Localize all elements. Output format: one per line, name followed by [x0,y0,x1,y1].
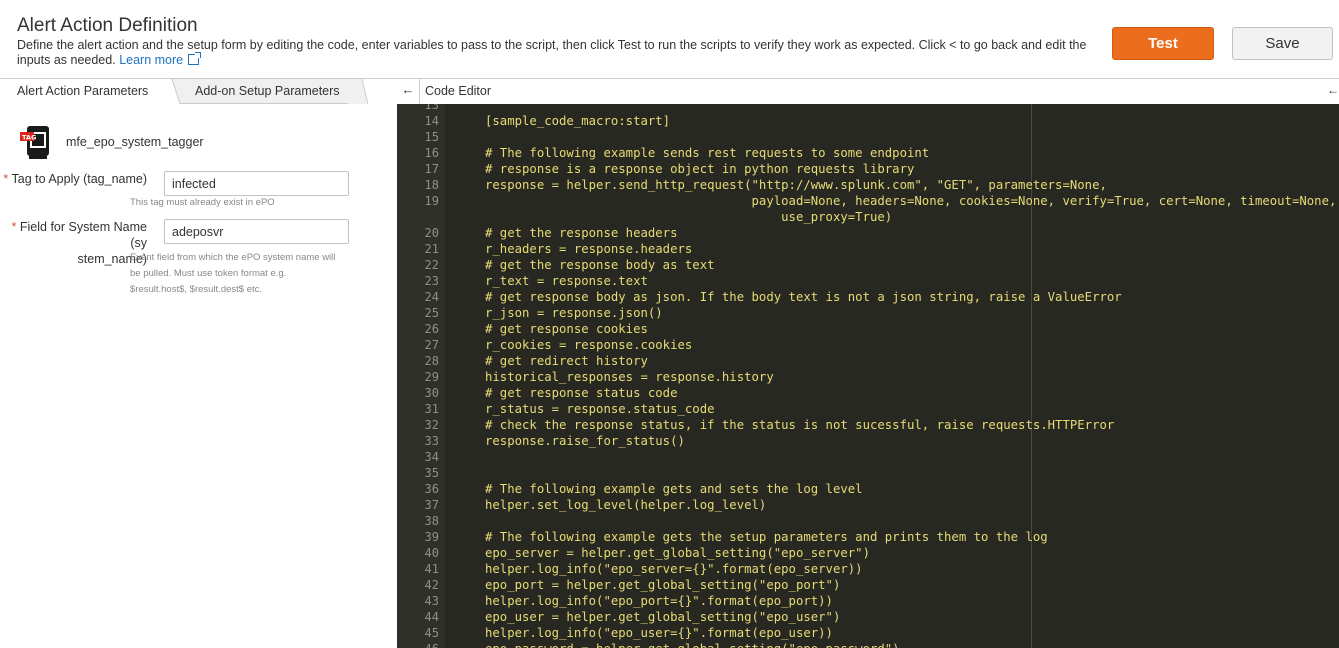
arrow-left-icon: ← [1327,83,1339,97]
code-line: r_cookies = response.cookies [485,338,693,352]
required-marker: * [3,172,12,186]
action-name: mfe_epo_system_tagger [66,135,204,149]
alert-action-icon: TAG [20,126,49,159]
code-line: r_headers = response.headers [485,242,693,256]
line-number: 27 [424,338,439,352]
line-number: 45 [424,626,439,640]
code-line: historical_responses = response.history [485,370,774,384]
code-line: r_json = response.json() [485,306,663,320]
code-line: epo_password = helper.get_global_setting… [485,642,900,648]
tag-name-label: * Tag to Apply (tag_name) [3,172,147,186]
code-line: # get response cookies [485,322,648,336]
line-number: 34 [424,450,439,464]
line-number: 20 [424,226,439,240]
line-number: 15 [424,130,439,144]
code-line: # The following example gets the setup p… [485,530,1048,544]
tag-name-help: This tag must already exist in ePO [130,197,275,208]
tab-alert-action-parameters[interactable]: Alert Action Parameters [0,79,172,104]
page-title: Alert Action Definition [17,15,198,36]
code-line: # get redirect history [485,354,648,368]
line-number: 36 [424,482,439,496]
line-number: 37 [424,498,439,512]
line-number: 46 [397,642,439,648]
line-number: 44 [424,610,439,624]
line-number: 18 [424,178,439,192]
collapse-button[interactable]: ← [1327,83,1339,97]
code-line: response = helper.send_http_request("htt… [485,178,1107,192]
code-line: r_status = response.status_code [485,402,715,416]
system-name-help: Event field from which the ePO system na… [130,252,336,295]
system-name-label: * Field for System Name (sy stem_name) [11,220,147,266]
code-editor[interactable]: 13 14 [sample_code_macro:start] 15 16 # The f… [397,104,1339,648]
line-number: 32 [424,418,439,432]
code-line: # The following example gets and sets th… [485,482,863,496]
divider [419,79,420,104]
line-number: 26 [424,322,439,336]
line-number: 24 [424,290,439,304]
line-number: 19 [424,194,439,208]
code-line: helper.set_log_level(helper.log_level) [485,498,767,512]
external-link-icon [188,52,202,65]
code-line: helper.log_info("epo_port={}".format(epo… [485,594,833,608]
code-line: epo_port = helper.get_global_setting("ep… [485,578,841,592]
system-name-input[interactable] [164,219,349,244]
code-line: # get response status code [485,386,678,400]
line-number: 35 [424,466,439,480]
back-button[interactable]: ← [401,82,415,97]
line-number: 29 [424,370,439,384]
line-number: 38 [424,514,439,528]
line-number: 25 [424,306,439,320]
tab-add-on-setup-parameters[interactable]: Add-on Setup Parameters [172,79,362,104]
code-line: # get the response headers [485,226,678,240]
code-line: use_proxy=True) [485,210,893,224]
test-button[interactable]: Test [1112,27,1214,60]
page-description: Define the alert action and the setup fo… [17,38,1107,68]
parameter-tabs: Alert Action Parameters Add-on Setup Par… [0,78,397,105]
alert-action-form: TAG mfe_epo_system_tagger * Tag to Apply… [0,104,397,648]
code-line: # check the response status, if the stat… [485,418,1115,432]
line-number: 17 [424,162,439,176]
code-line: payload=None, headers=None, cookies=None… [485,194,1337,208]
line-number: 21 [424,242,439,256]
code-line: epo_user = helper.get_global_setting("ep… [485,610,841,624]
svg-text:TAG: TAG [22,134,36,142]
line-number: 23 [424,274,439,288]
tag-name-input[interactable] [164,171,349,196]
line-number: 42 [424,578,439,592]
code-line: helper.log_info("epo_user={}".format(epo… [485,626,833,640]
line-number: 41 [424,562,439,576]
code-line: epo_server = helper.get_global_setting("… [485,546,870,560]
line-number: 16 [424,146,439,160]
code-line: # get response body as json. If the body… [485,290,1122,304]
code-line: # The following example sends rest reque… [485,146,930,160]
code-editor-title: Code Editor [425,84,492,98]
arrow-left-icon: ← [401,82,415,97]
line-number: 39 [424,530,439,544]
page-header: Alert Action Definition Define the alert… [0,0,1339,78]
line-number: 13 [424,104,439,112]
line-number: 31 [424,402,439,416]
code-line: r_text = response.text [485,274,648,288]
line-number: 40 [424,546,439,560]
line-number: 43 [424,594,439,608]
required-marker: * [11,220,20,234]
line-number: 33 [424,434,439,448]
tab-slant-divider-active [164,79,180,105]
code-line: helper.log_info("epo_server={}".format(e… [485,562,863,576]
line-number: 14 [424,114,439,128]
line-number: 30 [424,386,439,400]
learn-more-link[interactable]: Learn more [119,52,202,67]
code-line: response.raise_for_status() [485,434,685,448]
code-line: # get the response body as text [485,258,715,272]
line-number: 22 [424,258,439,272]
tab-slant-divider [348,79,368,105]
code-line: # response is a response object in pytho… [485,162,915,176]
save-button[interactable]: Save [1232,27,1333,60]
code-editor-header: ← Code Editor ← [397,78,1339,105]
line-number: 28 [424,354,439,368]
code-line: [sample_code_macro:start] [485,114,671,128]
